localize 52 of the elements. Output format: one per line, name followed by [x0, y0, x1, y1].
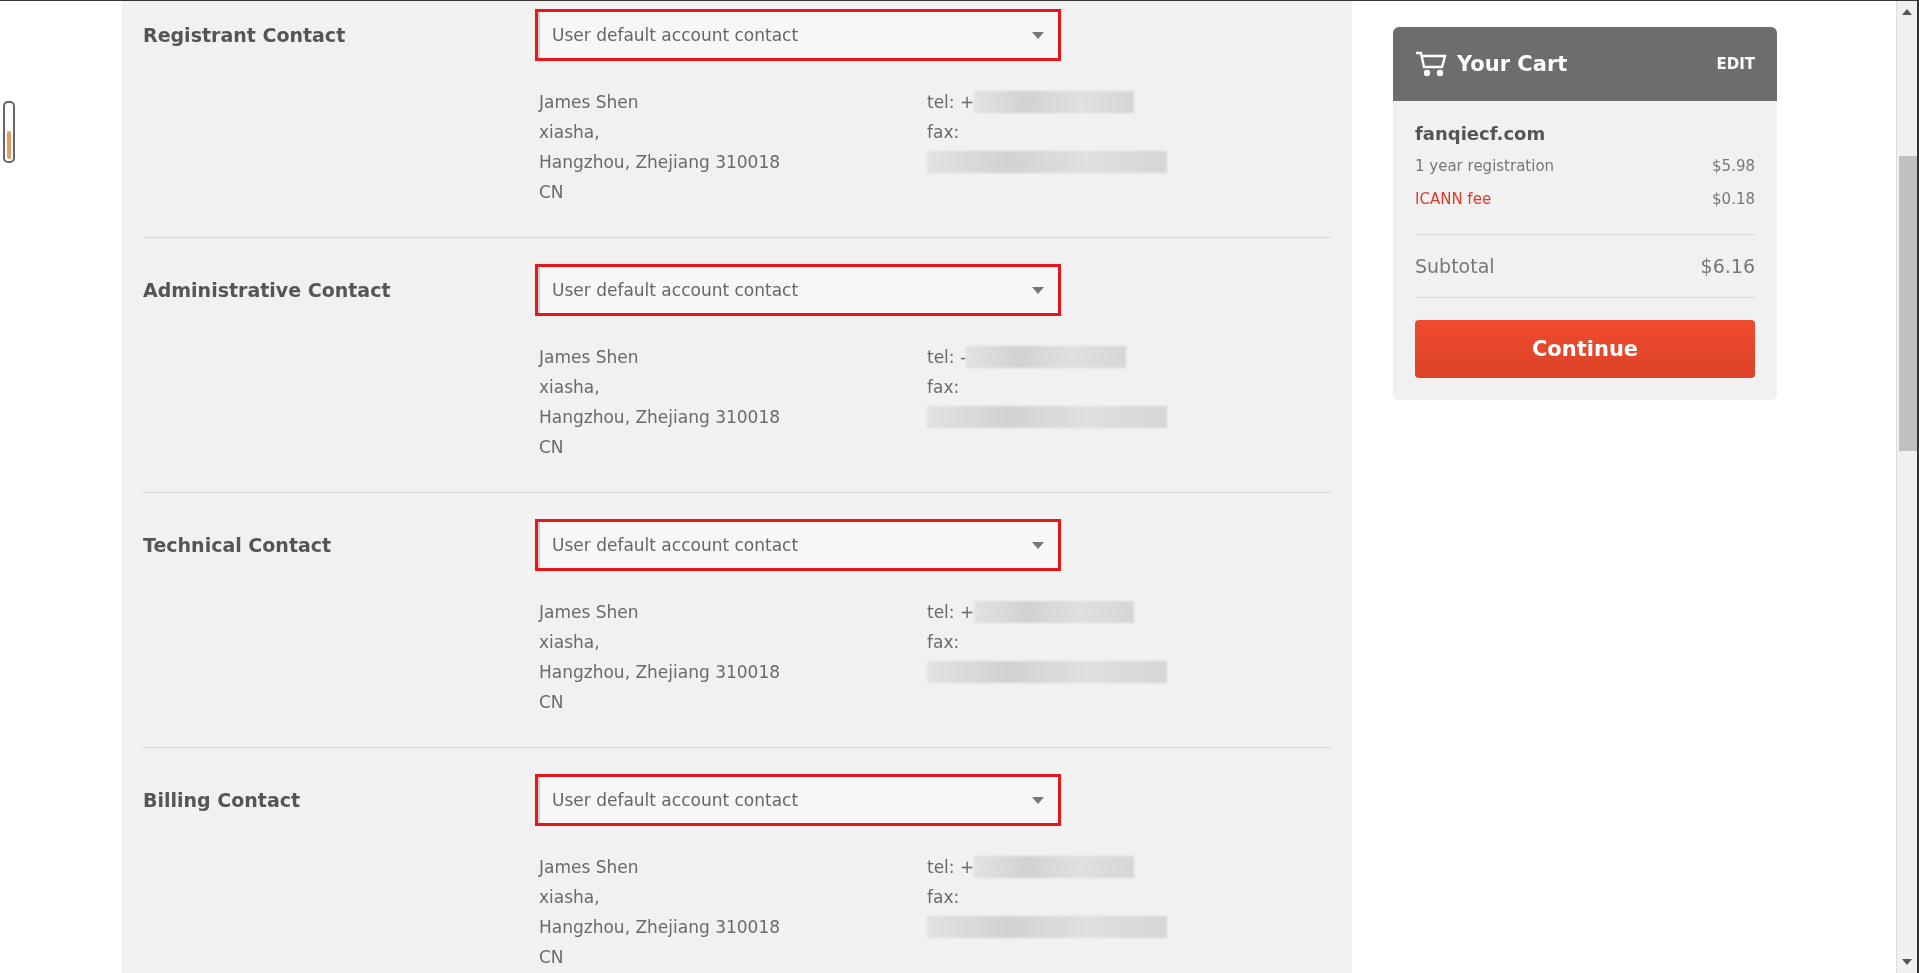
address-line: xiasha, [539, 631, 601, 654]
address-line: James Shen [539, 601, 640, 624]
phone-label: tel: + [927, 91, 975, 114]
phone-label: tel: + [927, 601, 975, 624]
scroll-up-icon[interactable] [1902, 9, 1912, 15]
caret-icon [1032, 541, 1044, 549]
phone-label: tel: - [927, 346, 967, 369]
address-line: Hangzhou, Zhejiang 310018 [539, 406, 782, 429]
contact-select[interactable]: User default account contact [535, 519, 1061, 571]
address-line: James Shen [539, 856, 640, 879]
scrollbar[interactable] [1896, 1, 1919, 973]
contact-select[interactable]: User default account contact [535, 774, 1061, 826]
item-label: 1 year registration [1415, 156, 1555, 177]
edit-link[interactable]: EDIT [1716, 55, 1755, 73]
address-line: James Shen [539, 346, 640, 369]
address-line: CN [539, 946, 565, 969]
fax-label: fax: [927, 886, 961, 909]
address-line: Hangzhou, Zhejiang 310018 [539, 151, 782, 174]
address-line: xiasha, [539, 121, 601, 144]
price: $5.98 [1712, 156, 1755, 177]
continue-button[interactable]: Continue [1415, 320, 1755, 378]
cart-icon [1415, 51, 1447, 77]
contact-label: Technical Contact [143, 534, 333, 556]
contact-label: Billing Contact [143, 789, 302, 811]
address-line: CN [539, 691, 565, 714]
address-line: James Shen [539, 91, 640, 114]
address-line: xiasha, [539, 376, 601, 399]
price: $0.18 [1712, 189, 1755, 210]
caret-icon [1032, 31, 1044, 39]
caret-icon [1032, 286, 1044, 294]
address-line: CN [539, 436, 565, 459]
fax-label: fax: [927, 121, 961, 144]
scroll-thumb[interactable] [1899, 156, 1917, 451]
caret-icon [1032, 796, 1044, 804]
domain-name: fanqiecf.com [1415, 123, 1547, 144]
fax-label: fax: [927, 376, 961, 399]
fax-label: fax: [927, 631, 961, 654]
address-line: xiasha, [539, 886, 601, 909]
contact-select[interactable]: User default account contact [535, 9, 1061, 61]
phone-label: tel: + [927, 856, 975, 879]
address-line: Hangzhou, Zhejiang 310018 [539, 661, 782, 684]
contact-label: Administrative Contact [143, 279, 392, 301]
contact-label: Registrant Contact [143, 24, 347, 46]
fee-label: ICANN fee [1415, 189, 1492, 210]
scroll-down-icon[interactable] [1902, 959, 1912, 965]
address-line: CN [539, 181, 565, 204]
cart-title: Your Cart [1457, 52, 1569, 76]
subtotal-amount: $6.16 [1700, 255, 1755, 277]
address-line: Hangzhou, Zhejiang 310018 [539, 916, 782, 939]
subtotal-label: Subtotal [1415, 255, 1495, 277]
thermometer-widget-icon [3, 101, 15, 163]
contact-select[interactable]: User default account contact [535, 264, 1061, 316]
